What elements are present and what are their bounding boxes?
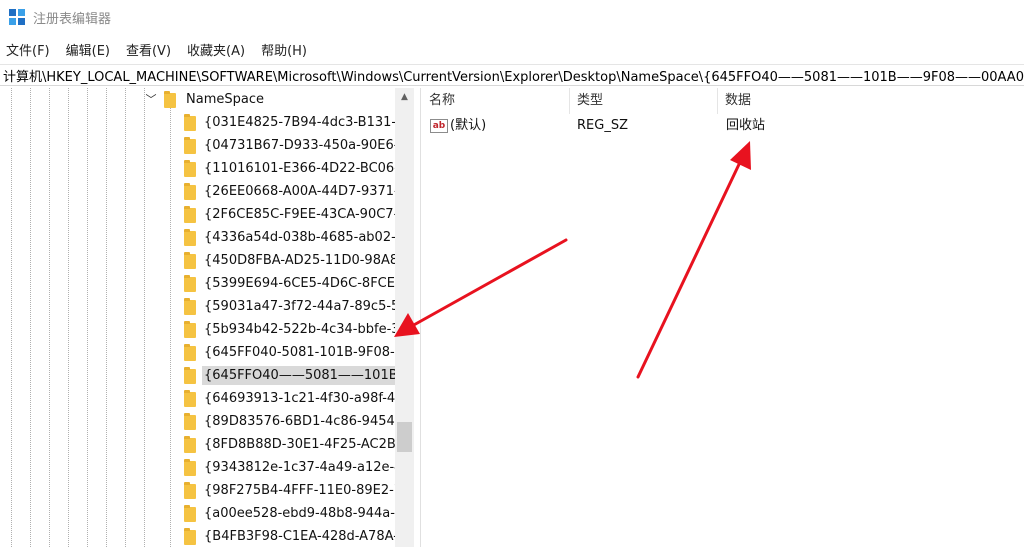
tree-node-label[interactable]: {9343812e-1c37-4a49-a12e-4b2d810d956b} (202, 458, 395, 477)
tree-node-label[interactable]: {64693913-1c21-4f30-a98f-4e52906d3b56} (202, 389, 395, 408)
tree-node[interactable]: {4336a54d-038b-4685-ab02-99bb52d3fb8b} (0, 226, 395, 249)
tree-node-label[interactable]: {26EE0668-A00A-44D7-9371-BEB064C98683} (202, 182, 395, 201)
folder-icon (164, 91, 176, 108)
folder-icon (184, 390, 196, 407)
pane-splitter[interactable] (414, 88, 421, 547)
folder-icon (184, 298, 196, 315)
value-row[interactable]: ab (默认) REG_SZ 回收站 (422, 115, 1024, 137)
tree-node-label[interactable]: {B4FB3F98-C1EA-428d-A78A-D1F5659CBA93} (202, 527, 395, 546)
tree-node-label[interactable]: NameSpace (184, 90, 266, 109)
folder-icon (184, 367, 196, 384)
tree-node[interactable]: {5399E694-6CE5-4D6C-8FCE-1D8870FDCBA0} (0, 272, 395, 295)
tree-node-label[interactable]: {8FD8B88D-30E1-4F25-AC2B-553D3D65F0EA} (202, 435, 395, 454)
tree-node[interactable]: {031E4825-7B94-4dc3-B131-E946B44C8DD5} (0, 111, 395, 134)
tree-node-label[interactable]: {98F275B4-4FFF-11E0-89E2-7B86DFD72085} (202, 481, 395, 500)
tree-node-label[interactable]: {4336a54d-038b-4685-ab02-99bb52d3fb8b} (202, 228, 395, 247)
tree-node-label[interactable]: {031E4825-7B94-4dc3-B131-E946B44C8DD5} (202, 113, 395, 132)
folder-icon (184, 505, 196, 522)
tree-node-label[interactable]: {59031a47-3f72-44a7-89c5-5595fe6b30ee} (202, 297, 395, 316)
tree-node-label[interactable]: {450D8FBA-AD25-11D0-98A8-0800361B1103} (202, 251, 395, 270)
value-type: REG_SZ (577, 118, 628, 133)
tree-node[interactable]: {5b934b42-522b-4c34-bbfe-37a3ef7b9c90} (0, 318, 395, 341)
tree-node[interactable]: {64693913-1c21-4f30-a98f-4e52906d3b56} (0, 387, 395, 410)
folder-icon (184, 275, 196, 292)
menu-favorites[interactable]: 收藏夹(A) (185, 40, 247, 59)
chevron-down-icon[interactable]: ﹀ (145, 93, 157, 106)
menu-help[interactable]: 帮助(H) (259, 40, 309, 59)
folder-icon (184, 436, 196, 453)
window-title: 注册表编辑器 (33, 11, 112, 27)
tree-node-selected[interactable]: {645FFO40——5081——101B——9F08——00AA002F954… (0, 364, 395, 387)
menu-bar: 文件(F) 编辑(E) 查看(V) 收藏夹(A) 帮助(H) (0, 38, 321, 60)
tree-node[interactable]: {04731B67-D933-450a-90E6-4ACD2E9408FE} (0, 134, 395, 157)
tree-node[interactable]: {450D8FBA-AD25-11D0-98A8-0800361B1103} (0, 249, 395, 272)
tree-node-label[interactable]: {11016101-E366-4D22-BC06-4ADA335C892B} (202, 159, 395, 178)
tree-node[interactable]: {98F275B4-4FFF-11E0-89E2-7B86DFD72085} (0, 479, 395, 502)
tree-node[interactable]: {B4FB3F98-C1EA-428d-A78A-D1F5659CBA93} (0, 525, 395, 547)
column-header-data[interactable]: 数据 (718, 88, 1024, 114)
tree-node[interactable]: {26EE0668-A00A-44D7-9371-BEB064C98683} (0, 180, 395, 203)
tree-node[interactable]: {8FD8B88D-30E1-4F25-AC2B-553D3D65F0EA} (0, 433, 395, 456)
tree-node-label[interactable]: {645FF040-5081-101B-9F08-00AA002F954E} (202, 343, 395, 362)
menu-file[interactable]: 文件(F) (4, 40, 52, 59)
tree-node-label[interactable]: {89D83576-6BD1-4c86-9454-BEB04E94C819} (202, 412, 395, 431)
tree-node-label[interactable]: {2F6CE85C-F9EE-43CA-90C7-8A9BD53A2467} (202, 205, 395, 224)
folder-icon (184, 413, 196, 430)
tree-node[interactable]: {2F6CE85C-F9EE-43CA-90C7-8A9BD53A2467} (0, 203, 395, 226)
value-name: (默认) (450, 118, 487, 133)
folder-icon (184, 206, 196, 223)
tree-node[interactable]: {89D83576-6BD1-4c86-9454-BEB04E94C819} (0, 410, 395, 433)
tree-node[interactable]: {11016101-E366-4D22-BC06-4ADA335C892B} (0, 157, 395, 180)
folder-icon (184, 183, 196, 200)
folder-icon (184, 321, 196, 338)
folder-icon (184, 459, 196, 476)
column-header-name[interactable]: 名称 (422, 88, 570, 114)
tree-node-label[interactable]: {5b934b42-522b-4c34-bbfe-37a3ef7b9c90} (202, 320, 395, 339)
menu-edit[interactable]: 编辑(E) (64, 40, 112, 59)
tree-node[interactable]: {a00ee528-ebd9-48b8-944a-8942113d46ac} (0, 502, 395, 525)
tree-node-label[interactable]: {04731B67-D933-450a-90E6-4ACD2E9408FE} (202, 136, 395, 155)
scroll-up-arrow-icon[interactable]: ▲ (395, 88, 414, 106)
folder-icon (184, 528, 196, 545)
registry-editor-app-icon (9, 8, 26, 26)
registry-key-tree: ﹀ NameSpace {031E4825-7B94-4dc3-B131-E94… (0, 88, 414, 547)
folder-icon (184, 229, 196, 246)
folder-icon (184, 252, 196, 269)
folder-icon (184, 482, 196, 499)
menu-view[interactable]: 查看(V) (124, 40, 173, 59)
address-bar[interactable]: 计算机\HKEY_LOCAL_MACHINE\SOFTWARE\Microsof… (0, 64, 1024, 86)
folder-icon (184, 137, 196, 154)
address-path[interactable]: 计算机\HKEY_LOCAL_MACHINE\SOFTWARE\Microsof… (3, 66, 1024, 85)
tree-node[interactable]: {59031a47-3f72-44a7-89c5-5595fe6b30ee} (0, 295, 395, 318)
scrollbar-thumb[interactable] (397, 422, 412, 452)
tree-node[interactable]: {9343812e-1c37-4a49-a12e-4b2d810d956b} (0, 456, 395, 479)
column-header-type[interactable]: 类型 (570, 88, 718, 114)
folder-icon (184, 344, 196, 361)
title-bar: 注册表编辑器 (0, 0, 1024, 34)
value-name-cell[interactable]: ab (默认) (430, 115, 486, 137)
tree-node-label[interactable]: {645FFO40——5081——101B——9F08——00AA002F954… (202, 366, 395, 385)
folder-icon (184, 160, 196, 177)
value-data: 回收站 (726, 118, 766, 133)
tree-node-label[interactable]: {5399E694-6CE5-4D6C-8FCE-1D8870FDCBA0} (202, 274, 395, 293)
string-value-icon: ab (430, 119, 448, 133)
tree-node-label[interactable]: {a00ee528-ebd9-48b8-944a-8942113d46ac} (202, 504, 395, 523)
folder-icon (184, 114, 196, 131)
tree-vertical-scrollbar[interactable]: ▲ (395, 88, 414, 547)
tree-node-namespace[interactable]: ﹀ NameSpace (0, 88, 395, 111)
registry-values-list: 名称 类型 数据 ab (默认) REG_SZ 回收站 (422, 88, 1024, 547)
tree-node[interactable]: {645FF040-5081-101B-9F08-00AA002F954E} (0, 341, 395, 364)
